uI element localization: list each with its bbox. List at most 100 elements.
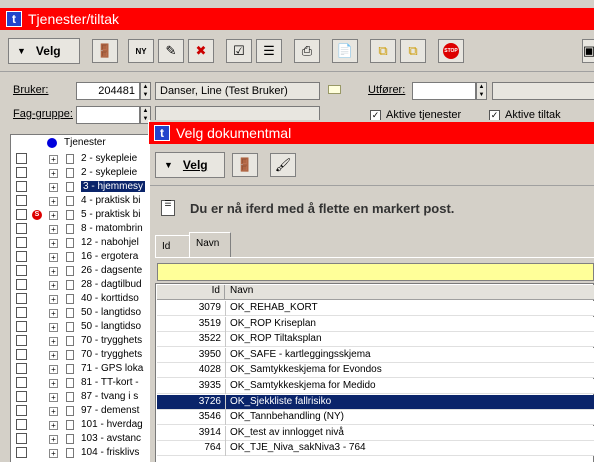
tree-item[interactable]: +3 - hjemmesy <box>11 180 155 194</box>
tree-item[interactable]: +8 - matombrin <box>11 222 155 236</box>
tree-item[interactable]: +71 - GPS loka <box>11 362 155 376</box>
tree-root[interactable]: Tjenester <box>47 137 106 148</box>
tree-item[interactable]: +50 - langtidso <box>11 320 155 334</box>
tree-collapse-icon[interactable]: ⧉ <box>400 39 426 63</box>
tree-item-checkbox[interactable] <box>16 377 27 388</box>
window-icon[interactable]: ▣ <box>582 39 594 63</box>
expand-icon[interactable]: + <box>49 281 58 290</box>
tree-item-checkbox[interactable] <box>16 167 27 178</box>
expand-icon[interactable]: + <box>49 197 58 206</box>
new-record-icon[interactable]: NY <box>128 39 154 63</box>
delete-icon[interactable]: ✖ <box>188 39 214 63</box>
bruker-id-input[interactable]: 204481 <box>76 82 140 100</box>
dialog-velg-button[interactable]: ▼ Velg <box>155 152 225 178</box>
grid-header-navn[interactable]: Navn <box>225 285 594 300</box>
tree-item-checkbox[interactable] <box>16 335 27 346</box>
expand-icon[interactable]: + <box>49 267 58 276</box>
tree-item-checkbox[interactable] <box>16 321 27 332</box>
grid-row[interactable]: 4028 OK_Samtykkeskjema for Evondos <box>157 363 594 379</box>
utforer-input[interactable] <box>412 82 476 100</box>
utforer-spinner[interactable]: ▲ ▼ <box>476 82 487 100</box>
tree-item[interactable]: S +5 - praktisk bi <box>11 208 155 222</box>
tree-item[interactable]: +26 - dagsente <box>11 264 155 278</box>
expand-icon[interactable]: + <box>49 211 58 220</box>
envelope-icon[interactable] <box>328 85 341 94</box>
grid-row[interactable]: 3726 OK_Sjekkliste fallrisiko <box>157 394 594 410</box>
expand-icon[interactable]: + <box>49 155 58 164</box>
grid-row[interactable]: 3546 OK_Tannbehandling (NY) <box>157 410 594 426</box>
tree-item[interactable]: +87 - tvang i s <box>11 390 155 404</box>
grid-header-id[interactable]: Id <box>157 285 225 300</box>
dialog-brush-icon[interactable]: 🖌 <box>270 153 296 177</box>
grid-row[interactable]: 3935 OK_Samtykkeskjema for Medido <box>157 379 594 394</box>
tree-item[interactable]: +70 - trygghets <box>11 334 155 348</box>
grid-row[interactable]: 3914 OK_test av innlogget nivå <box>157 425 594 441</box>
tree-item-checkbox[interactable] <box>16 307 27 318</box>
tree-item-checkbox[interactable] <box>16 363 27 374</box>
tree-item-checkbox[interactable] <box>16 237 27 248</box>
expand-icon[interactable]: + <box>49 239 58 248</box>
expand-icon[interactable]: + <box>49 253 58 262</box>
expand-icon[interactable]: + <box>49 421 58 430</box>
bruker-id-spinner[interactable]: ▲ ▼ <box>140 82 151 100</box>
search-input[interactable] <box>157 263 594 281</box>
checklist-icon[interactable]: ☑ <box>226 39 252 63</box>
grid-row[interactable]: 3079 OK_REHAB_KORT <box>157 301 594 316</box>
tree-item[interactable]: +4 - praktisk bi <box>11 194 155 208</box>
tree-item[interactable]: +28 - dagtilbud <box>11 278 155 292</box>
tree-item[interactable]: +12 - nabohjel <box>11 236 155 250</box>
print-icon[interactable]: ⎙ <box>294 39 320 63</box>
expand-icon[interactable]: + <box>49 295 58 304</box>
tree-item-checkbox[interactable] <box>16 419 27 430</box>
tree-item-checkbox[interactable] <box>16 293 27 304</box>
expand-icon[interactable]: + <box>49 449 58 458</box>
document-icon[interactable]: 📄 <box>332 39 358 63</box>
tree-item[interactable]: +16 - ergotera <box>11 250 155 264</box>
tree-item[interactable]: +2 - sykepleie <box>11 152 155 166</box>
grid-row[interactable]: 3519 OK_ROP Kriseplan <box>157 316 594 332</box>
expand-icon[interactable]: + <box>49 393 58 402</box>
tree-item[interactable]: +103 - avstanc <box>11 432 155 446</box>
tree-item-checkbox[interactable] <box>16 153 27 164</box>
tab-id[interactable]: Id <box>155 235 189 257</box>
tree-item-checkbox[interactable] <box>16 447 27 458</box>
tree-item-checkbox[interactable] <box>16 195 27 206</box>
fag-gruppe-input[interactable] <box>76 106 140 124</box>
list-icon[interactable]: ☰ <box>256 39 282 63</box>
tree-item[interactable]: +81 - TT-kort - <box>11 376 155 390</box>
expand-icon[interactable]: + <box>49 337 58 346</box>
stop-icon[interactable]: STOP <box>438 39 464 63</box>
tree-item-checkbox[interactable] <box>16 405 27 416</box>
expand-icon[interactable]: + <box>49 183 58 192</box>
expand-icon[interactable]: + <box>49 379 58 388</box>
main-velg-button[interactable]: ▼ Velg <box>8 38 80 64</box>
tree-item-checkbox[interactable] <box>16 209 27 220</box>
tree-item[interactable]: +101 - hverdag <box>11 418 155 432</box>
expand-icon[interactable]: + <box>49 351 58 360</box>
tree-item-checkbox[interactable] <box>16 391 27 402</box>
grid-row[interactable]: 3950 OK_SAFE - kartleggingsskjema <box>157 347 594 363</box>
tree-item[interactable]: +50 - langtidso <box>11 306 155 320</box>
tree-item-checkbox[interactable] <box>16 265 27 276</box>
grid-row[interactable]: 764 OK_TJE_Niva_sakNiva3 - 764 <box>157 441 594 457</box>
expand-icon[interactable]: + <box>49 169 58 178</box>
tree-item[interactable]: +97 - demenst <box>11 404 155 418</box>
tree-item-checkbox[interactable] <box>16 251 27 262</box>
tree-item-checkbox[interactable] <box>16 349 27 360</box>
tree-item-checkbox[interactable] <box>16 279 27 290</box>
tree-item[interactable]: +2 - sykepleie <box>11 166 155 180</box>
expand-icon[interactable]: + <box>49 309 58 318</box>
tree-item-checkbox[interactable] <box>16 433 27 444</box>
dialog-exit-door-icon[interactable]: 🚪 <box>232 153 258 177</box>
expand-icon[interactable]: + <box>49 407 58 416</box>
tree-item[interactable]: +104 - frisklivs <box>11 446 155 460</box>
exit-door-icon[interactable]: 🚪 <box>92 39 118 63</box>
edit-icon[interactable]: ✎ <box>158 39 184 63</box>
tree-item-checkbox[interactable] <box>16 181 27 192</box>
tab-navn[interactable]: Navn <box>189 232 231 257</box>
tree-item[interactable]: +40 - korttidso <box>11 292 155 306</box>
expand-icon[interactable]: + <box>49 365 58 374</box>
tree-item-checkbox[interactable] <box>16 223 27 234</box>
expand-icon[interactable]: + <box>49 435 58 444</box>
expand-icon[interactable]: + <box>49 225 58 234</box>
